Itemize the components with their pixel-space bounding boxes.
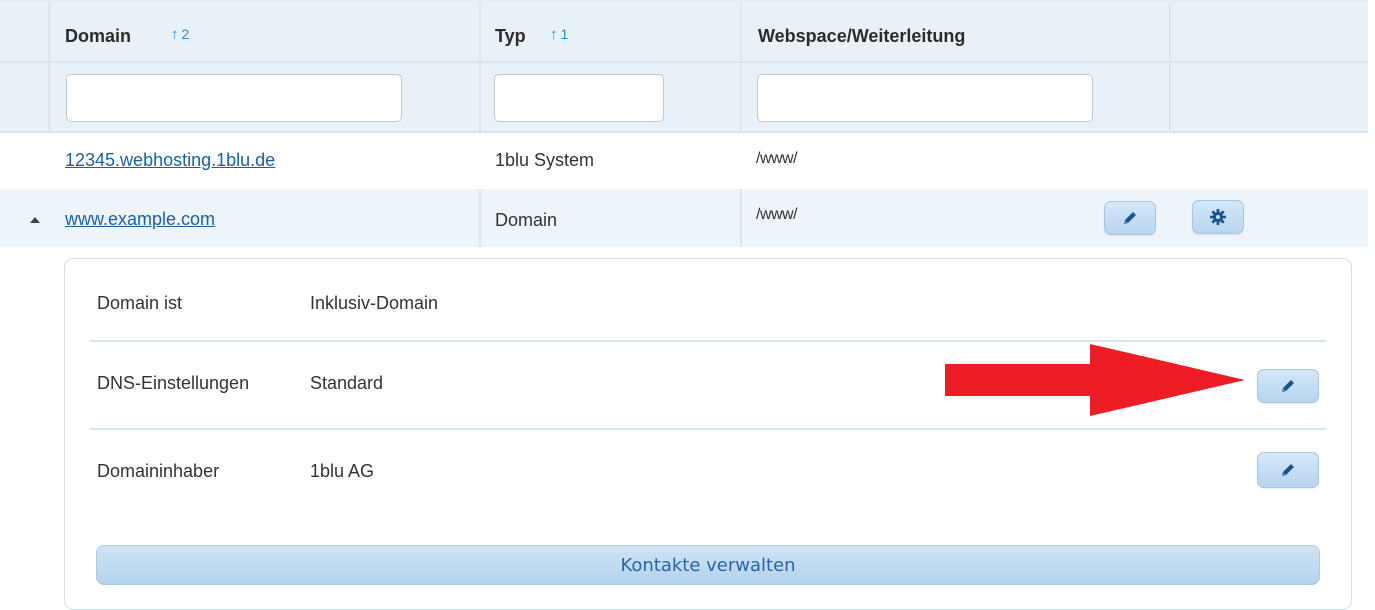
webspace-filter-input[interactable] (757, 74, 1093, 122)
sort-indicator-typ[interactable]: ↑ 1 (550, 26, 568, 43)
pencil-icon (1121, 209, 1139, 227)
arrow-up-icon: ↑ (171, 26, 179, 43)
column-header-typ[interactable]: Typ (495, 26, 526, 47)
edit-owner-button[interactable] (1257, 452, 1319, 488)
column-divider (48, 3, 50, 133)
detail-label: DNS-Einstellungen (97, 373, 250, 393)
domain-filter-input[interactable] (66, 74, 402, 122)
pencil-icon (1279, 377, 1297, 395)
detail-value: Standard (310, 373, 384, 393)
header-divider (0, 61, 1368, 63)
detail-value: 1blu AG (310, 461, 375, 481)
typ-filter-input[interactable] (494, 74, 664, 122)
column-header-webspace[interactable]: Webspace/Weiterleitung (758, 26, 965, 47)
settings-button[interactable] (1192, 200, 1244, 234)
detail-divider (90, 340, 1326, 342)
domain-link[interactable]: 12345.webhosting.1blu.de (65, 150, 275, 171)
column-header-domain[interactable]: Domain (65, 26, 131, 47)
gear-icon (1209, 208, 1227, 226)
detail-value: Inklusiv-Domain (310, 293, 439, 313)
caret-up-icon[interactable] (30, 217, 40, 223)
manage-contacts-button[interactable]: Kontakte verwalten (96, 545, 1320, 585)
pencil-icon (1279, 461, 1297, 479)
webspace-cell: /www/ (756, 206, 798, 223)
type-cell: 1blu System (495, 150, 595, 170)
red-arrow-icon (945, 344, 1245, 421)
sort-indicator-domain[interactable]: ↑ 2 (171, 26, 189, 43)
domain-link[interactable]: www.example.com (65, 209, 215, 230)
column-divider (479, 189, 481, 247)
webspace-cell: /www/ (756, 150, 798, 167)
detail-label: Domain ist (97, 293, 183, 313)
arrow-up-icon: ↑ (550, 26, 558, 43)
edit-dns-button[interactable] (1257, 369, 1319, 403)
detail-divider (90, 428, 1326, 430)
column-divider (740, 189, 742, 247)
detail-label: Domaininhaber (97, 461, 220, 481)
type-cell: Domain (495, 210, 558, 230)
edit-webspace-button[interactable] (1104, 201, 1156, 235)
